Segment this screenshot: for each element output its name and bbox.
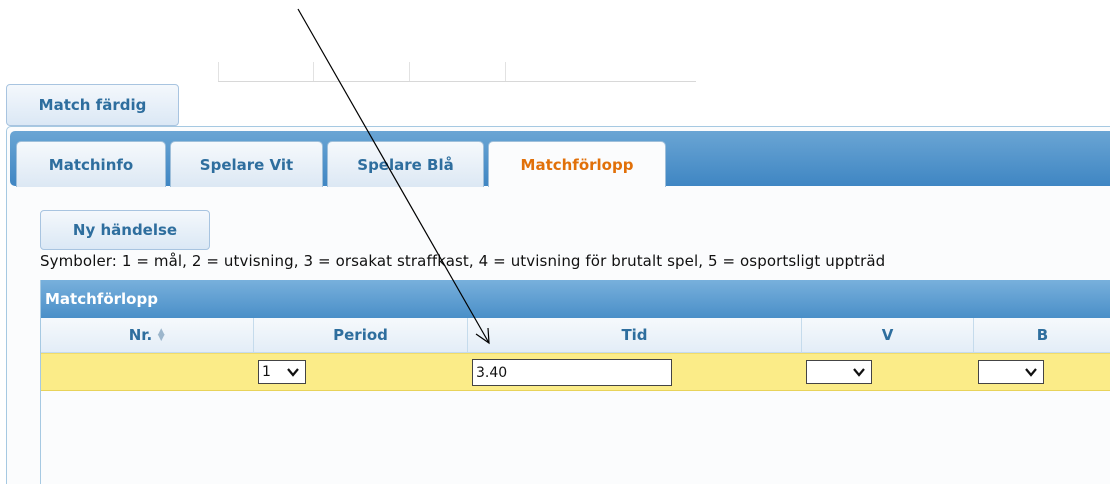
column-header-v[interactable]: V bbox=[802, 318, 974, 352]
top-divider-tick bbox=[505, 62, 506, 81]
grid-header: Nr. ▲ ▼ Period Tid V B bbox=[41, 318, 1110, 353]
symbols-legend: Symboler: 1 = mål, 2 = utvisning, 3 = or… bbox=[40, 252, 886, 270]
period-value: 1 bbox=[262, 364, 271, 380]
chevron-down-icon bbox=[287, 368, 299, 377]
chevron-down-icon bbox=[1025, 368, 1037, 377]
page: Match färdig Matchinfo Spelare Vit Spela… bbox=[0, 0, 1110, 484]
table-row[interactable]: 1 3.40 bbox=[41, 353, 1110, 391]
column-header-label: V bbox=[881, 326, 894, 344]
column-header-nr[interactable]: Nr. ▲ ▼ bbox=[41, 318, 254, 352]
column-header-b[interactable]: B bbox=[974, 318, 1110, 352]
chevron-down-icon bbox=[853, 368, 865, 377]
cell-nr bbox=[41, 354, 254, 391]
top-divider bbox=[218, 81, 696, 82]
tab-spelare-vit[interactable]: Spelare Vit bbox=[170, 141, 323, 187]
tab-spelare-bla[interactable]: Spelare Blå bbox=[327, 141, 484, 187]
events-grid: Matchförlopp Nr. ▲ ▼ Period Tid V B 1 3.… bbox=[40, 280, 1110, 484]
grid-caption: Matchförlopp bbox=[41, 280, 1110, 318]
time-value: 3.40 bbox=[476, 364, 508, 381]
column-header-label: B bbox=[1036, 326, 1049, 344]
period-select[interactable]: 1 bbox=[258, 360, 306, 384]
v-select[interactable] bbox=[806, 360, 872, 384]
column-header-label: Period bbox=[333, 326, 388, 344]
top-divider-tick bbox=[218, 62, 219, 81]
time-input[interactable]: 3.40 bbox=[472, 359, 672, 386]
top-divider-tick bbox=[409, 62, 410, 81]
top-divider-tick bbox=[313, 62, 314, 81]
column-header-tid[interactable]: Tid bbox=[468, 318, 802, 352]
column-header-period[interactable]: Period bbox=[254, 318, 468, 352]
sort-icon: ▲ ▼ bbox=[157, 327, 165, 343]
column-header-label: Tid bbox=[621, 326, 648, 344]
column-header-label: Nr. bbox=[128, 326, 153, 344]
tab-matchinfo[interactable]: Matchinfo bbox=[16, 141, 166, 187]
match-done-button[interactable]: Match färdig bbox=[6, 84, 179, 126]
new-event-button[interactable]: Ny händelse bbox=[40, 210, 210, 250]
tab-matchforlopp[interactable]: Matchförlopp bbox=[488, 141, 666, 188]
b-select[interactable] bbox=[978, 360, 1044, 384]
